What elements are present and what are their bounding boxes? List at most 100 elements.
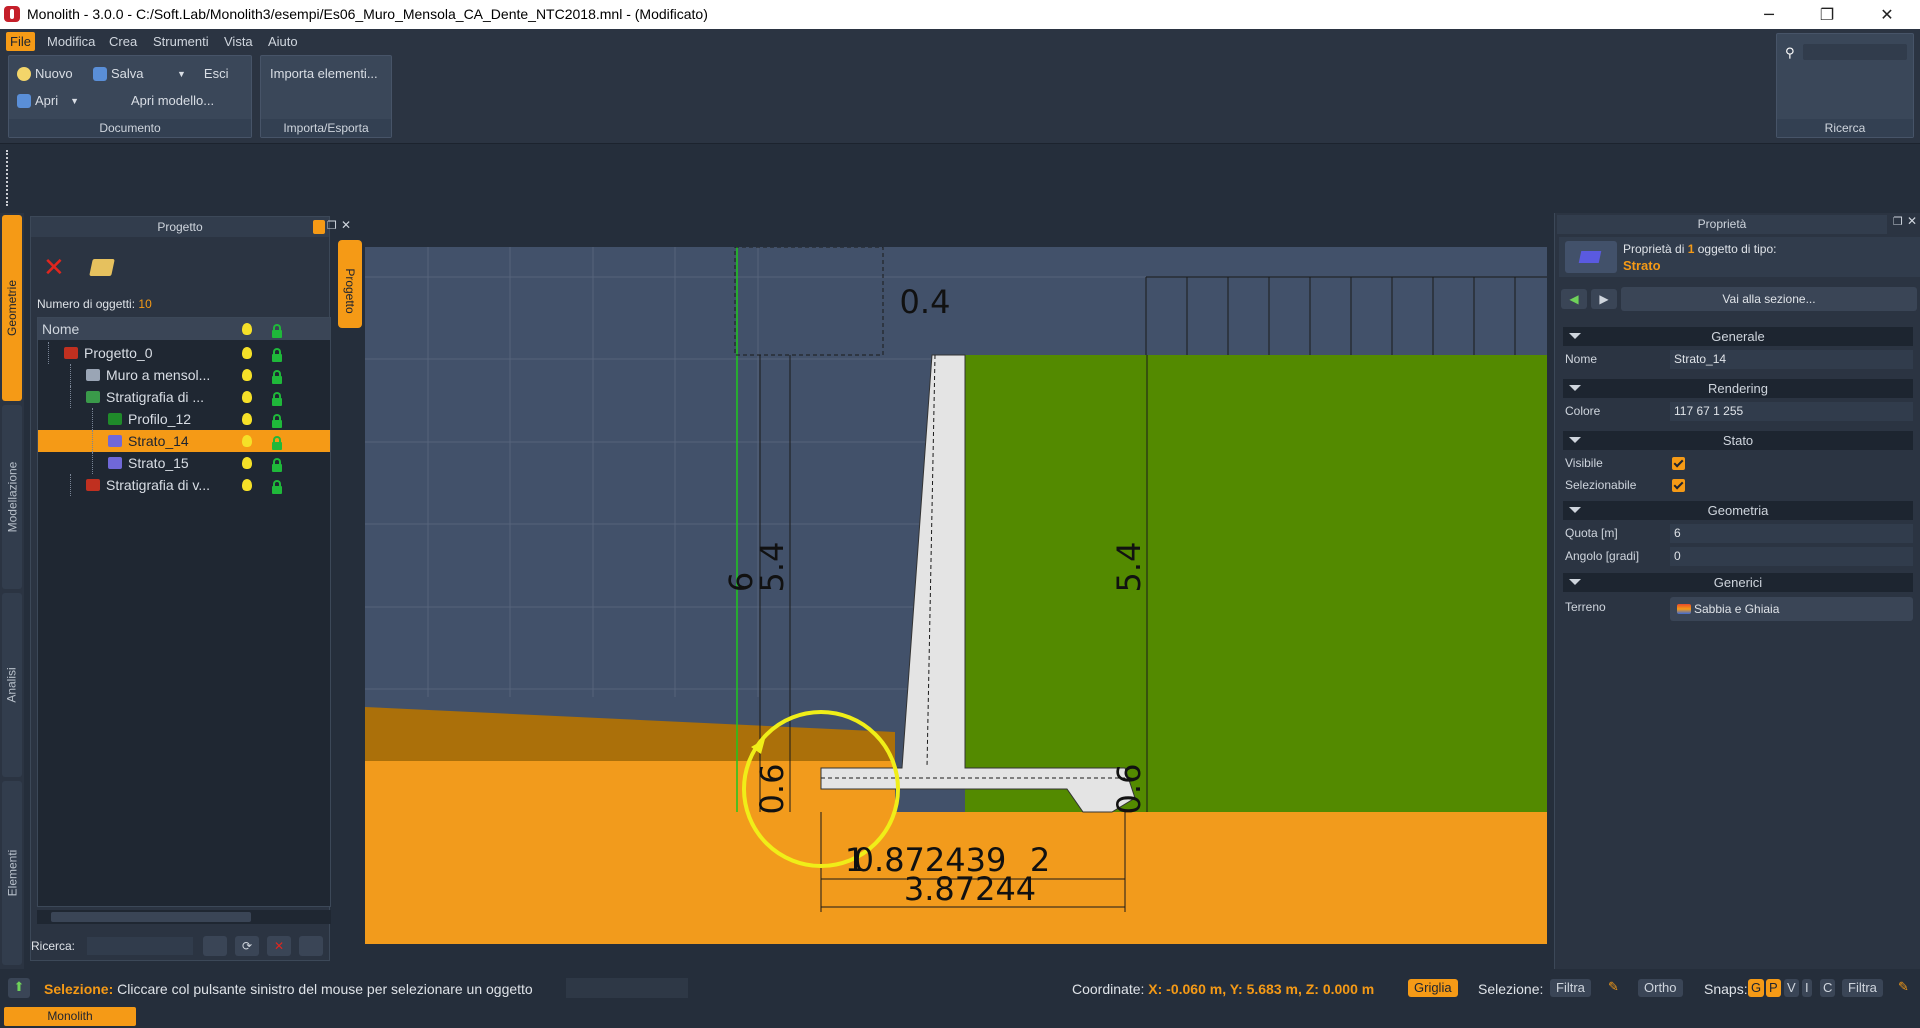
close-panel-icon[interactable]: ✕ [1907, 214, 1917, 228]
lock-icon[interactable] [272, 370, 282, 384]
backfill-layer[interactable] [965, 355, 1547, 812]
lock-icon[interactable] [272, 348, 282, 362]
section-generici[interactable]: Generici [1563, 573, 1913, 592]
lock-icon[interactable] [272, 458, 282, 472]
angolo-field[interactable]: 0 [1670, 547, 1913, 566]
snap-v[interactable]: V [1784, 979, 1799, 997]
section-geometria[interactable]: Geometria [1563, 501, 1913, 520]
drawing-viewport[interactable]: 0.4 6 5.4 5.4 0.6 0.6 1 0.872439 2 3.872… [365, 247, 1547, 944]
ricerca-input[interactable] [1803, 44, 1907, 60]
snap-p[interactable]: P [1766, 979, 1781, 997]
close-panel-icon[interactable]: ✕ [341, 218, 351, 232]
maximize-button[interactable]: ❐ [1804, 0, 1850, 29]
colore-field[interactable]: 117 67 1 255 [1670, 402, 1913, 421]
visibility-bulb-icon[interactable] [242, 347, 252, 359]
salva-label: Salva [111, 66, 144, 81]
section-rendering[interactable]: Rendering [1563, 379, 1913, 398]
lock-icon[interactable] [272, 392, 282, 406]
lock-icon[interactable] [272, 480, 282, 494]
snap-g[interactable]: G [1748, 979, 1765, 997]
griglia-toggle[interactable]: Griglia [1408, 979, 1458, 997]
refresh-icon[interactable]: ⟳ [235, 936, 259, 956]
side-tab-progetto[interactable]: Progetto [338, 240, 362, 328]
section-stato[interactable]: Stato [1563, 431, 1913, 450]
tab-modellazione[interactable]: Modellazione [2, 405, 22, 589]
wrench-icon[interactable]: ✎ [1898, 980, 1909, 995]
visibility-bulb-icon[interactable] [242, 391, 252, 403]
importa-elementi-button[interactable]: Importa elementi... [270, 66, 378, 81]
clear-icon[interactable]: ✕ [267, 936, 291, 956]
tree-row[interactable]: Strato_15 [38, 452, 330, 474]
drawing-canvas[interactable]: 0.4 6 5.4 5.4 0.6 0.6 1 0.872439 2 3.872… [365, 247, 1547, 944]
salva-button[interactable]: Salva [93, 66, 144, 81]
visibility-bulb-icon[interactable] [242, 413, 252, 425]
tree-row[interactable]: Muro a mensol... [38, 364, 330, 386]
tree-item-label: Stratigrafia di ... [106, 389, 205, 405]
minimize-button[interactable]: ─ [1746, 0, 1792, 29]
folder-icon[interactable] [89, 259, 115, 276]
front-soil[interactable] [365, 707, 895, 761]
quota-field[interactable]: 6 [1670, 524, 1913, 543]
close-button[interactable]: ✕ [1864, 0, 1910, 29]
menu-file[interactable]: File [6, 32, 35, 51]
lock-icon[interactable] [272, 436, 282, 450]
menu-crea[interactable]: Crea [105, 32, 141, 51]
snap-c[interactable]: C [1820, 979, 1836, 997]
nuovo-button[interactable]: Nuovo [17, 66, 73, 81]
tab-analisi[interactable]: Analisi [2, 593, 22, 777]
menu-modifica[interactable]: Modifica [43, 32, 99, 51]
tree-row[interactable]: Stratigrafia di ... [38, 386, 330, 408]
wrench-icon[interactable]: ✎ [1608, 980, 1619, 995]
visibility-bulb-icon[interactable] [242, 479, 252, 491]
visibility-bulb-icon[interactable] [242, 369, 252, 381]
foundation-soil-upper[interactable] [365, 761, 895, 812]
menu-aiuto[interactable]: Aiuto [264, 32, 302, 51]
back-arrow-icon[interactable]: ◀ [1561, 289, 1587, 309]
monolith-tab[interactable]: Monolith [4, 1007, 136, 1026]
esci-button[interactable]: ▼ Esci [177, 66, 228, 81]
menu-strumenti[interactable]: Strumenti [149, 32, 213, 51]
nome-label: Nome [1565, 352, 1598, 366]
tree-row[interactable]: Stratigrafia di v... [38, 474, 330, 496]
ortho-toggle[interactable]: Ortho [1638, 979, 1683, 997]
visibility-bulb-icon[interactable] [242, 435, 252, 447]
visibility-bulb-icon[interactable] [242, 457, 252, 469]
float-icon[interactable]: ❐ [327, 219, 337, 232]
pin-icon[interactable] [313, 220, 325, 234]
delete-icon[interactable]: ✕ [43, 255, 65, 281]
float-icon[interactable]: ❐ [1893, 215, 1903, 228]
filter-icon[interactable] [203, 936, 227, 956]
apri-button[interactable]: Apri ▼ [17, 93, 79, 108]
snap-i[interactable]: I [1802, 979, 1812, 997]
menu-vista[interactable]: Vista [220, 32, 257, 51]
tree-search-input[interactable] [87, 937, 193, 955]
toolbar-grip[interactable] [6, 150, 12, 206]
options-icon[interactable] [299, 936, 323, 956]
tree-connector [48, 342, 58, 364]
tab-elementi[interactable]: Elementi [2, 781, 22, 965]
section-generale[interactable]: Generale [1563, 327, 1913, 346]
forward-arrow-icon[interactable]: ▶ [1591, 289, 1617, 309]
up-arrow-icon[interactable]: ⬆ [8, 978, 30, 998]
visibile-checkbox[interactable] [1672, 457, 1685, 470]
filtra-button[interactable]: Filtra [1550, 979, 1591, 997]
strato-type-icon [1565, 241, 1617, 273]
tab-geometrie[interactable]: Geometrie [2, 215, 22, 401]
lock-icon[interactable] [272, 414, 282, 428]
tree-row[interactable]: Profilo_12 [38, 408, 330, 430]
tree-connector [92, 430, 102, 452]
snap-filtra-button[interactable]: Filtra [1842, 979, 1883, 997]
selezionabile-checkbox[interactable] [1672, 479, 1685, 492]
terreno-field[interactable]: Sabbia e Ghiaia [1670, 597, 1913, 621]
goto-section-dropdown[interactable]: Vai alla sezione... [1621, 287, 1917, 311]
status-message: Selezione: Cliccare col pulsante sinistr… [44, 981, 533, 997]
tree-row[interactable]: Strato_14 [38, 430, 330, 452]
properties-panel: Proprietà ❐ ✕ Proprietà di 1 oggetto di … [1554, 213, 1920, 969]
open-icon [17, 93, 31, 108]
tree-scrollbar[interactable] [37, 910, 331, 924]
tree-row[interactable]: Progetto_0 [38, 342, 330, 364]
ribbon: Nuovo Salva ▼ Esci Apri ▼ Apri modello... … [0, 33, 1920, 143]
apri-modello-button[interactable]: Apri modello... [131, 93, 214, 108]
status-input[interactable] [566, 978, 688, 998]
nome-field[interactable]: Strato_14 [1670, 350, 1913, 369]
